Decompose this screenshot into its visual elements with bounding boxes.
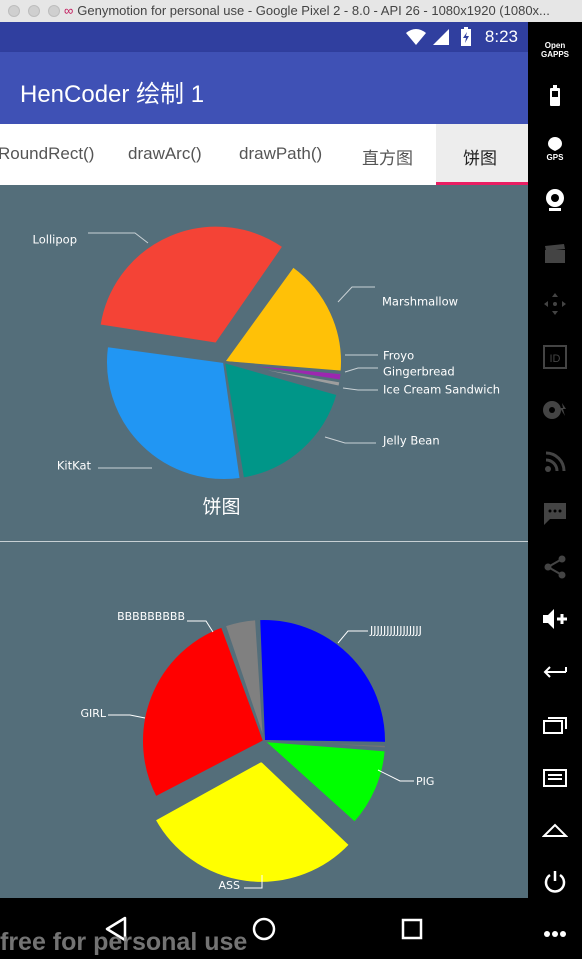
- slice-label-ass: ASS: [219, 879, 241, 892]
- volume-up-icon: [543, 609, 567, 629]
- tab-drawpath[interactable]: drawPath(): [239, 144, 322, 164]
- slice-label-kitkat: KitKat: [57, 459, 92, 473]
- volume-up-button[interactable]: [528, 599, 582, 639]
- rss-button[interactable]: [528, 442, 582, 482]
- signal-icon: [433, 29, 449, 45]
- share-button[interactable]: [528, 547, 582, 587]
- leader-line-lollipop: [88, 232, 149, 244]
- gps-button[interactable]: GPS: [528, 128, 582, 168]
- slice-label-girl: GIRL: [80, 707, 106, 720]
- gps-icon: GPS: [547, 137, 565, 161]
- window-title: ∞ Genymotion for personal use - Google Pi…: [64, 3, 550, 18]
- leader-line-gingerbread: [344, 367, 378, 373]
- phone-screen: 8:23 HenCoder 绘制 1 RoundRect() drawArc()…: [0, 22, 528, 898]
- home-icon: [542, 823, 568, 837]
- window-zoom-button[interactable]: [48, 5, 60, 17]
- open-gapps-button[interactable]: Open GAPPS: [528, 30, 582, 70]
- power-icon: [544, 871, 566, 893]
- dpad-icon: [544, 293, 566, 315]
- slice-label-bbbbbbbbb: BBBBBBBBB: [117, 610, 185, 623]
- android-menu-button[interactable]: [528, 758, 582, 798]
- window-title-text: Genymotion for personal use - Google Pix…: [77, 3, 550, 18]
- pie-slice-kitkat: [105, 345, 242, 481]
- slice-label-ice-cream-sandwich: Ice Cream Sandwich: [383, 383, 500, 397]
- android-recents-button[interactable]: [528, 705, 582, 745]
- battery-button[interactable]: [528, 76, 582, 116]
- android-home-button[interactable]: [528, 810, 582, 850]
- recents-icon: [543, 717, 567, 734]
- leader-line-ice-cream-sandwich: [342, 387, 378, 391]
- tab-bar: RoundRect() drawArc() drawPath() 直方图 饼图: [0, 124, 528, 185]
- leader-line-marshmallow: [337, 286, 375, 303]
- more-button[interactable]: [528, 914, 582, 954]
- leader-line-pig: [377, 769, 414, 782]
- slice-label-jelly-bean: Jelly Bean: [382, 434, 440, 448]
- genymotion-toolbar: Open GAPPS GPS ID: [528, 22, 582, 959]
- pie-slice-jjjjjjjjjjjjjjjj: [258, 618, 387, 744]
- battery-charging-icon: [461, 27, 471, 46]
- slice-label-froyo: Froyo: [383, 349, 414, 363]
- slice-label-marshmallow: Marshmallow: [382, 295, 458, 309]
- tab-pie[interactable]: 饼图: [463, 144, 497, 169]
- open-gapps-label: Open GAPPS: [540, 41, 569, 59]
- back-icon: [543, 666, 567, 678]
- sms-icon: [544, 503, 566, 525]
- media-icon: [543, 401, 566, 419]
- status-clock: 8:23: [484, 27, 518, 46]
- battery-icon: [550, 85, 560, 106]
- clapper-icon: [545, 244, 565, 263]
- pie-chart-title: 饼图: [202, 496, 241, 518]
- app-bar: HenCoder 绘制 1: [0, 52, 528, 124]
- screencast-button[interactable]: [528, 234, 582, 274]
- pie-chart-2: JJJJJJJJJJJJJJJJ PIG ASS GIRL BBBBBBBBB: [80, 610, 434, 892]
- slice-label-gingerbread: Gingerbread: [383, 365, 455, 379]
- genymotion-logo-icon: ∞: [64, 3, 74, 18]
- media-button[interactable]: [528, 390, 582, 430]
- leader-line-girl: [108, 714, 146, 719]
- gps-label: GPS: [547, 153, 565, 161]
- window-close-button[interactable]: [8, 5, 20, 17]
- wifi-icon: [406, 29, 426, 45]
- watermark: free for personal use: [0, 928, 248, 956]
- slice-label-jjjjjjjjjjjjjjjj: JJJJJJJJJJJJJJJJ: [369, 624, 422, 637]
- pie-chart-1: Marshmallow Froyo Gingerbread Ice Cream San…: [33, 224, 500, 481]
- menu-icon: [543, 769, 567, 787]
- id-label: ID: [550, 353, 561, 365]
- app-title: HenCoder 绘制 1: [20, 81, 205, 108]
- rss-icon: [545, 451, 566, 472]
- leader-line-jjjjjjjjjjjjjjjj: [337, 630, 368, 644]
- nav-recents-icon[interactable]: [401, 918, 423, 940]
- webcam-icon: [546, 189, 564, 211]
- window-titlebar: ∞ Genymotion for personal use - Google Pi…: [0, 0, 582, 23]
- device-id-button[interactable]: ID: [528, 337, 582, 377]
- power-button[interactable]: [528, 862, 582, 902]
- dpad-button[interactable]: [528, 284, 582, 324]
- android-back-button[interactable]: [528, 652, 582, 692]
- leader-line-jelly-bean: [324, 436, 376, 444]
- slice-label-pig: PIG: [416, 775, 434, 788]
- leader-line-bbbbbbbbb: [187, 620, 214, 633]
- nav-home-icon[interactable]: [252, 917, 276, 941]
- tab-roundrect[interactable]: RoundRect(): [0, 144, 94, 164]
- id-icon: ID: [543, 345, 567, 369]
- status-bar: 8:23: [0, 22, 528, 52]
- slice-label-lollipop: Lollipop: [33, 233, 77, 247]
- window-minimize-button[interactable]: [28, 5, 40, 17]
- section-divider: [0, 541, 528, 542]
- sms-button[interactable]: [528, 494, 582, 534]
- tab-histogram[interactable]: 直方图: [362, 144, 413, 169]
- webcam-button[interactable]: [528, 180, 582, 220]
- share-icon: [544, 555, 566, 579]
- more-icon: [544, 931, 566, 937]
- tab-drawarc[interactable]: drawArc(): [128, 144, 202, 164]
